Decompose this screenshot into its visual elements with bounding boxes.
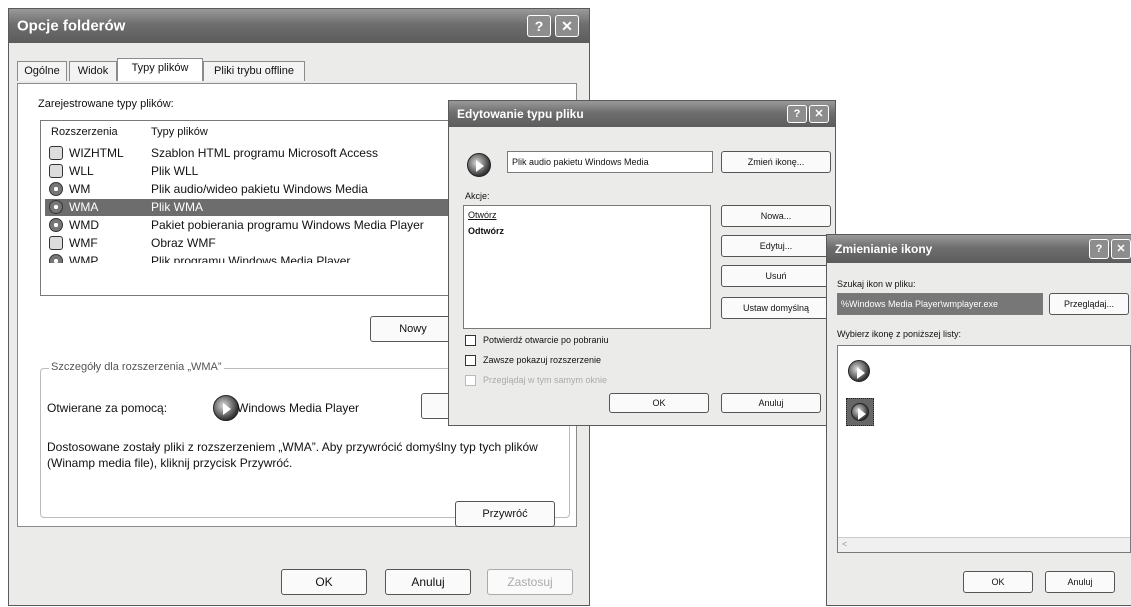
media-player-small-icon — [851, 403, 869, 421]
browse-button[interactable]: Przeglądaj... — [1049, 293, 1129, 315]
set-default-button[interactable]: Ustaw domyślną — [721, 297, 831, 319]
media-icon — [49, 200, 63, 214]
edit-action-button[interactable]: Edytuj... — [721, 235, 831, 257]
tab-general[interactable]: Ogólne — [17, 61, 67, 81]
confirm-open-label: Potwierdź otwarcie po pobraniu — [483, 335, 609, 345]
column-header-extensions[interactable]: Rozszerzenia — [51, 126, 118, 138]
dialog-title: Opcje folderów — [17, 17, 126, 35]
close-button[interactable]: ✕ — [809, 105, 829, 123]
dialog-title: Edytowanie typu pliku — [457, 107, 584, 121]
help-button[interactable]: ? — [1089, 239, 1109, 259]
media-icon — [49, 218, 63, 232]
details-description: Dostosowane zostały pliki z rozszerzenie… — [47, 440, 538, 470]
browse-same-window-checkbox[interactable] — [465, 375, 476, 386]
opens-with-label: Otwierane za pomocą: — [47, 401, 168, 415]
file-type-icon — [467, 153, 491, 177]
ok-button[interactable]: OK — [281, 569, 367, 595]
horizontal-scrollbar[interactable]: < — [838, 537, 1130, 552]
delete-action-button[interactable]: Usuń — [721, 265, 831, 287]
windows-media-player-icon — [213, 395, 239, 421]
dialog-title: Zmienianie ikony — [835, 242, 933, 256]
search-icons-label: Szukaj ikon w pliku: — [837, 279, 916, 289]
cancel-button[interactable]: Anuluj — [1045, 571, 1115, 593]
action-play[interactable]: Odtwórz — [468, 226, 504, 236]
column-header-file-types[interactable]: Typy plików — [151, 126, 208, 138]
always-show-extension-checkbox[interactable] — [465, 355, 476, 366]
apply-button[interactable]: Zastosuj — [487, 569, 573, 595]
registered-types-label: Zarejestrowane typy plików: — [38, 98, 174, 110]
confirm-open-checkbox[interactable] — [465, 335, 476, 346]
ok-button[interactable]: OK — [609, 393, 709, 413]
help-button[interactable]: ? — [787, 105, 807, 123]
actions-list[interactable]: Otwórz Odtwórz — [463, 205, 711, 329]
cancel-button[interactable]: Anuluj — [385, 569, 471, 595]
media-icon — [49, 254, 63, 263]
media-icon — [49, 182, 63, 196]
choose-icon-label: Wybierz ikonę z poniższej listy: — [837, 329, 961, 339]
file-icon — [49, 164, 63, 178]
cancel-button[interactable]: Anuluj — [721, 393, 821, 413]
change-icon-button[interactable]: Zmień ikonę... — [721, 151, 831, 173]
tab-view[interactable]: Widok — [69, 61, 117, 81]
actions-label: Akcje: — [465, 191, 490, 201]
new-type-button[interactable]: Nowy — [370, 316, 456, 342]
close-button[interactable]: ✕ — [555, 15, 579, 37]
tab-strip: Ogólne Widok Typy plików Pliki trybu off… — [17, 58, 577, 83]
new-action-button[interactable]: Nowa... — [721, 205, 831, 227]
browse-same-window-label: Przeglądaj w tym samym oknie — [483, 375, 608, 385]
details-group-title: Szczegóły dla rozszerzenia „WMA” — [49, 361, 224, 373]
close-button[interactable]: ✕ — [1111, 239, 1131, 259]
always-show-extension-label: Zawsze pokazuj rozszerzenie — [483, 355, 602, 365]
help-button[interactable]: ? — [527, 15, 551, 37]
title-bar: Edytowanie typu pliku ? ✕ — [449, 101, 835, 127]
icon-list[interactable]: < — [837, 345, 1131, 553]
ok-button[interactable]: OK — [963, 571, 1033, 593]
media-file-icon[interactable] — [846, 398, 874, 426]
media-player-icon[interactable] — [848, 360, 870, 382]
icon-file-path-field[interactable]: %Windows Media Player\wmplayer.exe — [837, 293, 1043, 315]
action-open[interactable]: Otwórz — [468, 210, 497, 220]
title-bar: Opcje folderów ? ✕ — [9, 9, 589, 43]
edit-file-type-dialog: Edytowanie typu pliku ? ✕ Plik audio pak… — [448, 100, 836, 426]
image-icon — [49, 236, 63, 250]
opens-with-app: Windows Media Player — [237, 401, 360, 415]
change-icon-dialog: Zmienianie ikony ? ✕ Szukaj ikon w pliku… — [826, 234, 1131, 606]
tab-offline-files[interactable]: Pliki trybu offline — [203, 61, 305, 81]
title-bar: Zmienianie ikony ? ✕ — [827, 235, 1131, 263]
scroll-left-arrow-icon[interactable]: < — [842, 539, 847, 549]
type-name-field[interactable]: Plik audio pakietu Windows Media — [507, 151, 713, 173]
html-file-icon — [49, 146, 63, 160]
restore-button[interactable]: Przywróć — [455, 501, 555, 527]
tab-file-types[interactable]: Typy plików — [117, 58, 203, 81]
